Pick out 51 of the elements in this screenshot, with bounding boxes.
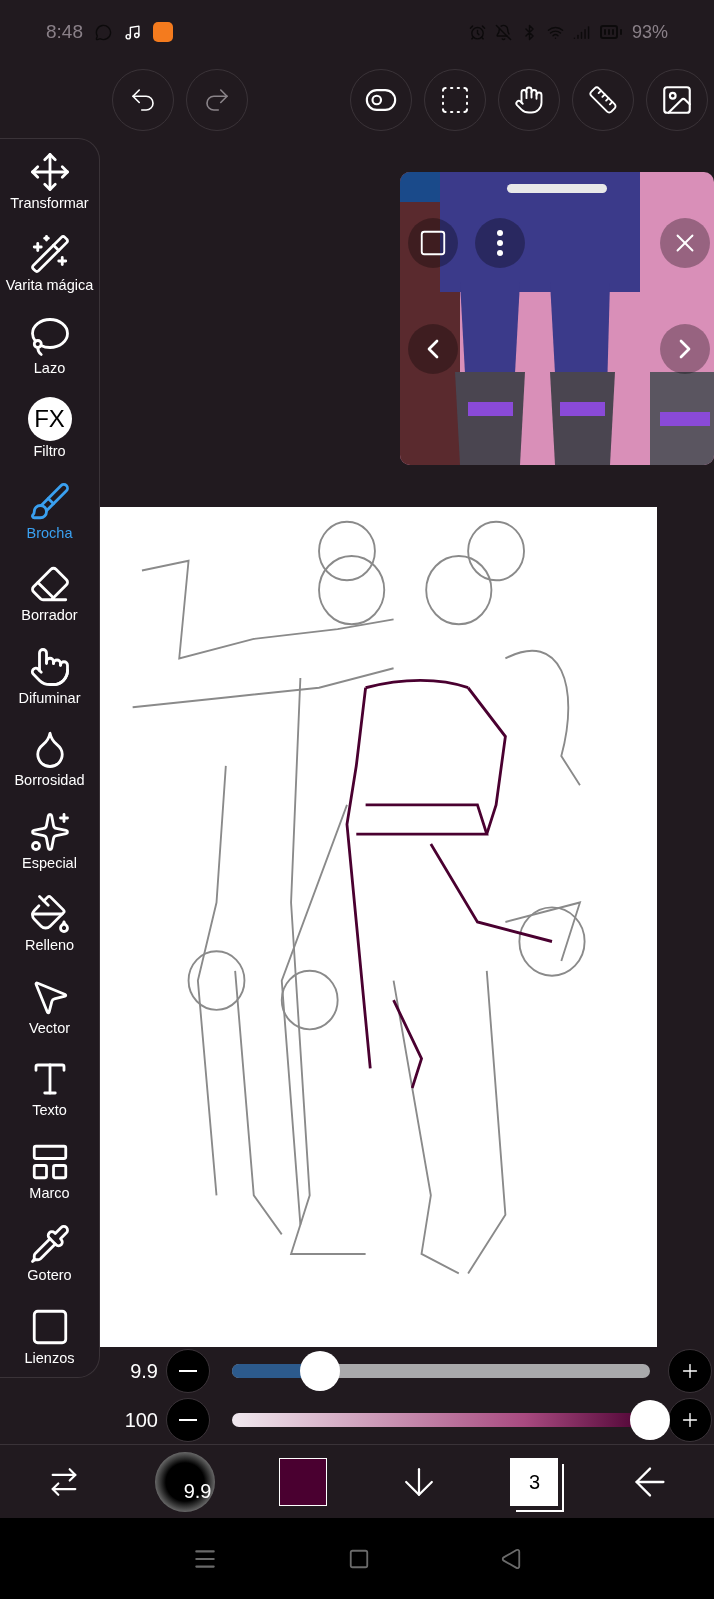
back-icon[interactable] xyxy=(500,1547,522,1570)
minus-icon xyxy=(179,1418,197,1421)
tool-button[interactable]: Borrador xyxy=(0,551,99,635)
sparkles-icon xyxy=(28,810,71,853)
app-icon xyxy=(153,22,173,42)
tool-button[interactable]: Gotero xyxy=(0,1211,99,1295)
magic-wand-icon xyxy=(28,233,71,276)
finger-icon xyxy=(28,645,71,688)
square-icon xyxy=(418,228,448,258)
tool-button[interactable]: Lazo xyxy=(0,304,99,387)
fx-badge: FX xyxy=(27,397,72,442)
move-icon xyxy=(28,150,71,193)
tool-button[interactable]: Transformar xyxy=(0,139,99,222)
tool-button[interactable]: Relleno xyxy=(0,881,99,965)
tool-button[interactable]: Brocha xyxy=(0,469,99,552)
slider-reading: 100 xyxy=(123,1407,159,1433)
home-icon[interactable] xyxy=(348,1547,370,1570)
slider-reading: 9.9 xyxy=(129,1359,159,1385)
slider-thumb[interactable] xyxy=(630,1399,670,1440)
ruler-icon xyxy=(588,85,618,115)
drag-handle[interactable] xyxy=(507,184,607,193)
dashed-square-icon xyxy=(439,84,471,116)
battery-percent: 93% xyxy=(631,20,668,44)
lasso-icon xyxy=(28,315,71,358)
minus-icon xyxy=(179,1370,197,1373)
frame-button[interactable] xyxy=(408,218,458,268)
tool-button[interactable]: Lienzos xyxy=(0,1294,99,1377)
next-button[interactable] xyxy=(660,324,710,374)
image-icon xyxy=(660,83,694,117)
tool-button[interactable]: Difuminar xyxy=(0,634,99,717)
tool-button[interactable]: Borrosidad xyxy=(0,716,99,800)
music-note-icon xyxy=(124,23,141,41)
more-button[interactable] xyxy=(475,218,525,268)
more-icon xyxy=(497,230,503,256)
hand-icon xyxy=(514,85,544,115)
tool-button[interactable]: Varita mágica xyxy=(0,221,99,305)
close-button[interactable] xyxy=(660,218,710,268)
status-time: 8:48 xyxy=(46,19,83,44)
tool-button[interactable]: Texto xyxy=(0,1046,99,1130)
paint-bucket-icon xyxy=(28,893,71,936)
tool-button[interactable]: Vector xyxy=(0,964,99,1047)
increase-button[interactable] xyxy=(668,1397,712,1442)
tool-button[interactable]: Marco xyxy=(0,1129,99,1212)
previous-button[interactable] xyxy=(408,324,458,374)
slider-thumb[interactable] xyxy=(299,1351,340,1392)
increase-button[interactable] xyxy=(668,1349,712,1394)
tool-button[interactable]: Especial xyxy=(0,799,99,882)
brush-size-button[interactable]: 9.9 xyxy=(155,1451,216,1512)
color-button[interactable] xyxy=(279,1457,328,1506)
tool-button[interactable]: FX Filtro xyxy=(0,386,99,470)
eyedropper-icon xyxy=(28,1223,71,1266)
